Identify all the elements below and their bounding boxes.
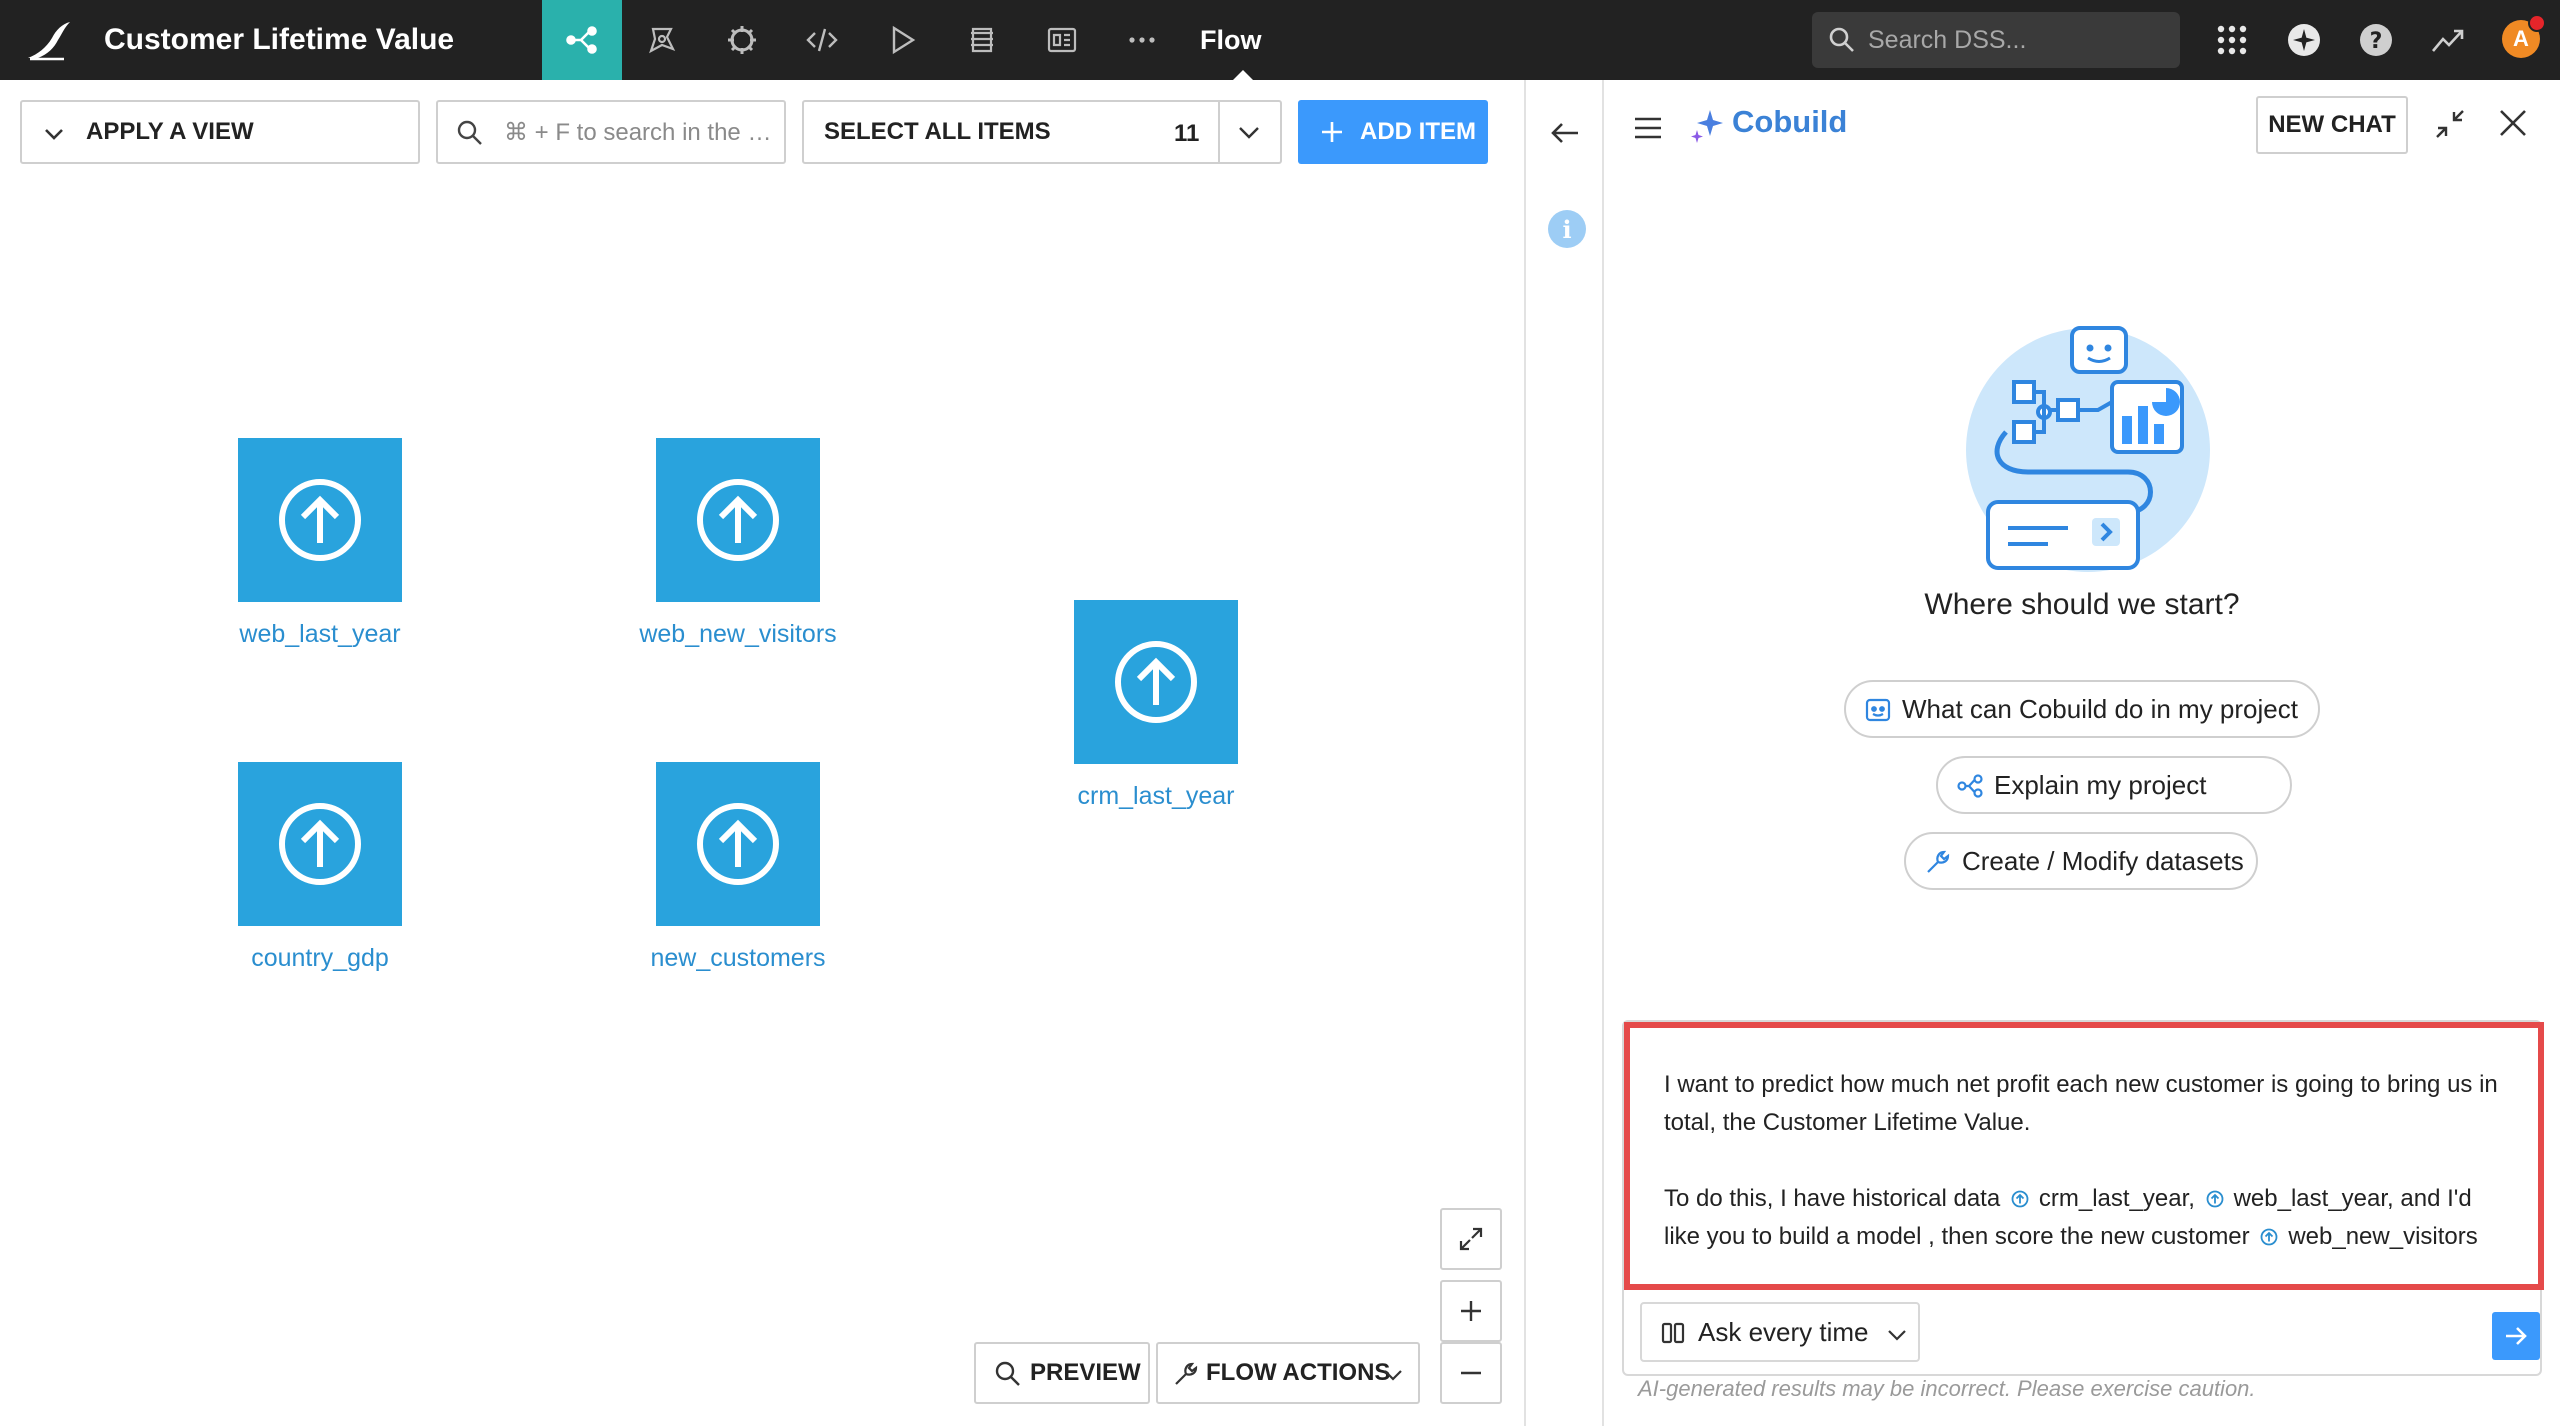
chat-input-box[interactable]: I want to predict how much net profit ea…: [1622, 1020, 2544, 1376]
dataset-name[interactable]: new_customers: [628, 944, 848, 973]
upload-arrow-icon: [1115, 641, 1197, 723]
dataset-tile[interactable]: [656, 762, 820, 926]
suggestion-label: Explain my project: [1994, 769, 2207, 800]
activity-trend-icon[interactable]: [2426, 18, 2470, 62]
dataset-tile[interactable]: [656, 438, 820, 602]
chat-prompt-text[interactable]: I want to predict how much net profit ea…: [1624, 1022, 2544, 1290]
flow-icon[interactable]: [542, 0, 622, 80]
columns-icon: [1661, 1322, 1685, 1344]
project-title[interactable]: Customer Lifetime Value: [104, 0, 454, 80]
suggestion-label: What can Cobuild do in my project: [1902, 693, 2298, 724]
dataset-reference-name: crm_last_year,: [2038, 1185, 2195, 1212]
arrow-left-icon[interactable]: [1548, 116, 1582, 150]
suggestion-explain-my-project[interactable]: Explain my project: [1936, 756, 2292, 814]
gear-icon[interactable]: [702, 0, 782, 80]
chevron-down-icon: [1888, 1330, 1906, 1341]
global-search-placeholder: Search DSS...: [1868, 25, 2027, 54]
zoom-in-button[interactable]: [1440, 1280, 1502, 1342]
dataset-node-web-last-year[interactable]: web_last_year: [210, 438, 430, 649]
new-chat-button[interactable]: NEW CHAT: [2256, 96, 2408, 154]
dataset-name[interactable]: crm_last_year: [1046, 782, 1266, 811]
expand-icon: [1459, 1227, 1483, 1251]
zoom-out-button[interactable]: [1440, 1342, 1502, 1404]
stack-icon[interactable]: [942, 0, 1022, 80]
lab-icon[interactable]: [622, 0, 702, 80]
dataset-tile[interactable]: [238, 762, 402, 926]
flow-icon: [1957, 774, 1983, 798]
apps-grid-icon[interactable]: [2210, 18, 2254, 62]
dataset-reference[interactable]: crm_last_year,: [2007, 1185, 2195, 1212]
code-icon[interactable]: [782, 0, 862, 80]
plus-icon: [1461, 1301, 1481, 1321]
dataset-node-web-new-visitors[interactable]: web_new_visitors: [628, 438, 848, 649]
hamburger-menu-icon[interactable]: [1630, 110, 1666, 146]
flow-actions-label: FLOW ACTIONS: [1206, 1359, 1391, 1386]
search-icon: [1829, 27, 1854, 52]
preview-label: PREVIEW: [1030, 1359, 1141, 1386]
preview-button[interactable]: PREVIEW: [974, 1342, 1150, 1404]
prompt-paragraph-1: I want to predict how much net profit ea…: [1664, 1071, 2498, 1136]
dataset-tile[interactable]: [1074, 600, 1238, 764]
ask-mode-label: Ask every time: [1698, 1316, 1869, 1347]
more-icon[interactable]: [1102, 0, 1182, 80]
minus-icon: [1461, 1371, 1481, 1375]
prompt-text-segment: To do this, I have historical data: [1664, 1185, 2001, 1212]
prompt-paragraph-2: To do this, I have historical data crm_l…: [1664, 1180, 2510, 1256]
suggestion-label: Create / Modify datasets: [1962, 845, 2244, 876]
help-icon[interactable]: ?: [2354, 18, 2398, 62]
sparkle-icon: [1691, 110, 1723, 143]
dashboard-icon[interactable]: [1022, 0, 1102, 80]
global-search-input[interactable]: Search DSS...: [1812, 12, 2180, 68]
cobuild-heading: Where should we start?: [1924, 588, 2240, 621]
upload-arrow-icon: [697, 479, 779, 561]
flow-actions-button[interactable]: FLOW ACTIONS: [1156, 1342, 1420, 1404]
dataset-node-country-gdp[interactable]: country_gdp: [210, 762, 430, 973]
send-button[interactable]: [2492, 1312, 2540, 1360]
dataset-reference[interactable]: web_last_year,: [2202, 1185, 2394, 1212]
ask-mode-dropdown[interactable]: Ask every time: [1640, 1302, 1920, 1362]
upload-arrow-icon: [697, 803, 779, 885]
close-icon[interactable]: [2494, 104, 2532, 142]
dataset-node-crm-last-year[interactable]: crm_last_year: [1046, 600, 1266, 811]
collapse-icon[interactable]: [2432, 106, 2468, 142]
chevron-down-icon: [1384, 1370, 1402, 1381]
upload-arrow-icon: [2260, 1228, 2278, 1246]
upload-arrow-icon: [279, 803, 361, 885]
dataset-name[interactable]: country_gdp: [210, 944, 430, 973]
current-section-label[interactable]: Flow: [1200, 0, 1262, 80]
dataset-tile[interactable]: [238, 438, 402, 602]
flow-canvas[interactable]: web_last_year web_new_visitors crm_last_…: [0, 80, 1524, 1426]
fullscreen-button[interactable]: [1440, 1208, 1502, 1270]
dataset-reference-name: web_new_visitors: [2288, 1223, 2478, 1250]
ai-disclaimer: AI-generated results may be incorrect. P…: [1638, 1376, 2256, 1401]
dataset-node-new-customers[interactable]: new_customers: [628, 762, 848, 973]
info-icon[interactable]: i: [1548, 210, 1586, 248]
cobuild-title: Cobuild: [1732, 104, 1848, 139]
play-icon[interactable]: [862, 0, 942, 80]
suggestion-what-can-cobuild-do[interactable]: What can Cobuild do in my project: [1844, 680, 2320, 738]
wrench-icon: [1175, 1362, 1198, 1385]
bot-icon: [1865, 698, 1891, 722]
upload-arrow-icon: [2011, 1190, 2029, 1208]
cobuild-illustration: [1966, 326, 2210, 572]
upload-arrow-icon: [2206, 1190, 2223, 1208]
dataset-name[interactable]: web_last_year: [210, 620, 430, 649]
dataset-name[interactable]: web_new_visitors: [628, 620, 848, 649]
svg-text:?: ?: [2370, 29, 2383, 54]
cobuild-panel: Cobuild NEW CHAT Where should we start? …: [1604, 80, 2560, 1426]
wrench-icon: [1927, 850, 1950, 873]
dataiku-bird-logo[interactable]: [24, 18, 72, 62]
dataset-reference-name: web_last_year,: [2233, 1185, 2394, 1212]
dataset-reference[interactable]: web_new_visitors: [2256, 1223, 2478, 1250]
notification-dot: [2528, 14, 2546, 32]
arrow-right-icon: [2506, 1327, 2527, 1345]
navigator-icon[interactable]: [2282, 18, 2326, 62]
suggestion-create-modify-datasets[interactable]: Create / Modify datasets: [1904, 832, 2258, 890]
top-navigation-bar: Customer Lifetime Value Flow Search DSS.…: [0, 0, 2560, 81]
upload-arrow-icon: [279, 479, 361, 561]
search-icon: [995, 1361, 1020, 1386]
right-panel-strip: i: [1524, 80, 1604, 1426]
